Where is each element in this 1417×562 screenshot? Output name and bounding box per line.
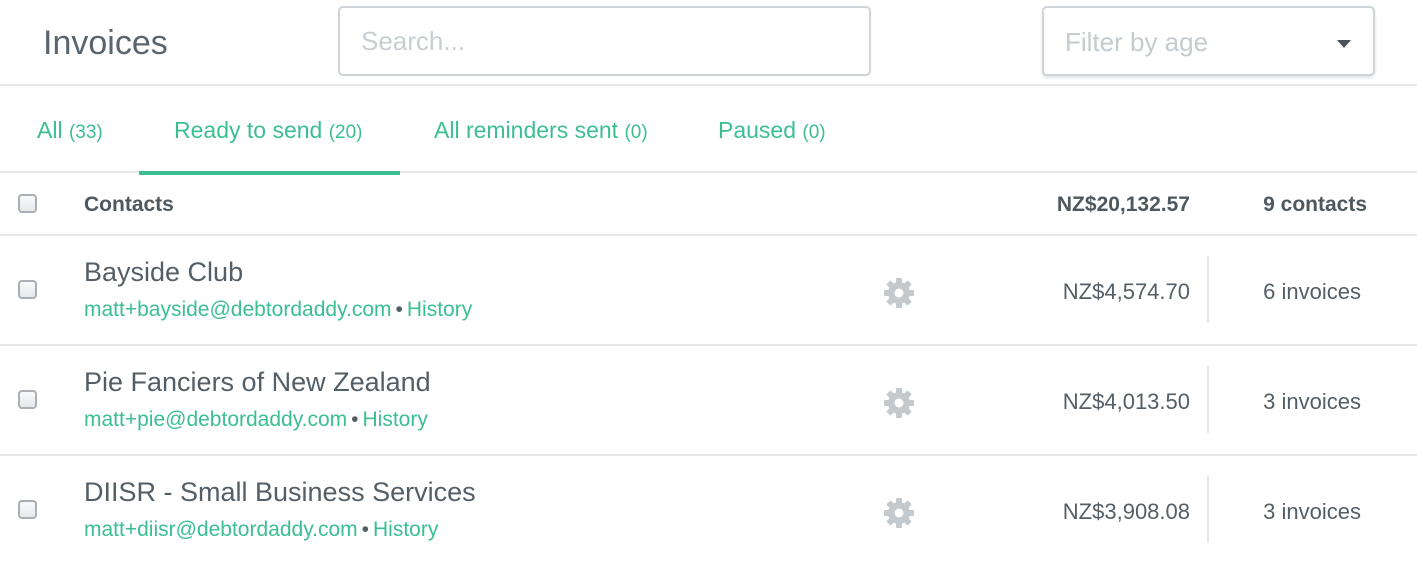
filter-by-age-select[interactable]: Filter by age: [1042, 6, 1375, 76]
separator-dot: •: [395, 298, 403, 321]
contact-amount: NZ$4,574.70: [1062, 279, 1190, 304]
search-input[interactable]: [338, 6, 871, 76]
tab-label: All reminders sent: [434, 117, 619, 143]
invoice-count[interactable]: 3 invoices: [1263, 389, 1361, 415]
column-divider: [1207, 476, 1209, 543]
column-divider: [1207, 366, 1209, 433]
contact-email-link[interactable]: matt+diisr@debtordaddy.com: [84, 518, 358, 541]
history-link[interactable]: History: [373, 518, 438, 541]
page-title: Invoices: [43, 24, 168, 62]
row-checkbox[interactable]: [18, 390, 37, 409]
history-link[interactable]: History: [363, 408, 428, 431]
select-all-checkbox[interactable]: [18, 194, 37, 213]
table-row: Bayside Club matt+bayside@debtordaddy.co…: [0, 236, 1417, 346]
contact-name: DIISR - Small Business Services: [84, 477, 476, 507]
contact-details: matt+pie@debtordaddy.com • History: [84, 408, 428, 432]
gear-icon[interactable]: [883, 497, 915, 529]
chevron-down-icon: [1337, 40, 1351, 48]
tab-all[interactable]: All (33): [37, 88, 103, 173]
row-checkbox[interactable]: [18, 500, 37, 519]
invoice-count[interactable]: 6 invoices: [1263, 279, 1361, 305]
page-header: Invoices Filter by age: [0, 0, 1417, 86]
gear-icon[interactable]: [883, 387, 915, 419]
row-checkbox[interactable]: [18, 280, 37, 299]
column-divider: [1207, 256, 1209, 323]
separator-dot: •: [361, 518, 369, 541]
table-header: Contacts NZ$20,132.57 9 contacts: [0, 173, 1417, 236]
separator-dot: •: [351, 408, 359, 431]
tab-label: Paused: [718, 117, 797, 143]
contacts-count: 9 contacts: [1263, 193, 1367, 216]
filter-by-age-label: Filter by age: [1065, 27, 1209, 57]
contact-email-link[interactable]: matt+pie@debtordaddy.com: [84, 408, 347, 431]
history-link[interactable]: History: [407, 298, 472, 321]
contact-email-link[interactable]: matt+bayside@debtordaddy.com: [84, 298, 392, 321]
tab-count: (0): [624, 122, 648, 143]
gear-icon[interactable]: [883, 277, 915, 309]
contact-details: matt+bayside@debtordaddy.com • History: [84, 298, 472, 322]
contact-name: Pie Fanciers of New Zealand: [84, 367, 431, 397]
contact-amount: NZ$4,013.50: [1062, 389, 1190, 414]
contacts-column-header: Contacts: [84, 193, 174, 216]
invoice-count[interactable]: 3 invoices: [1263, 499, 1361, 525]
tab-count: (20): [328, 122, 363, 143]
tab-label: All: [37, 117, 63, 143]
contact-details: matt+diisr@debtordaddy.com • History: [84, 518, 438, 542]
tab-count: (33): [68, 122, 103, 143]
contact-amount: NZ$3,908.08: [1062, 499, 1190, 524]
table-row: DIISR - Small Business Services matt+dii…: [0, 456, 1417, 562]
tab-ready-to-send[interactable]: Ready to send (20): [139, 88, 400, 175]
tab-count: (0): [802, 122, 826, 143]
tab-bar: All (33) Ready to send (20) All reminder…: [0, 88, 1417, 175]
tab-label: Ready to send: [174, 117, 323, 143]
tab-all-reminders-sent[interactable]: All reminders sent (0): [434, 88, 648, 173]
total-amount: NZ$20,132.57: [1056, 193, 1190, 216]
contact-name: Bayside Club: [84, 257, 244, 287]
table-row: Pie Fanciers of New Zealand matt+pie@deb…: [0, 346, 1417, 456]
tab-paused[interactable]: Paused (0): [718, 88, 826, 173]
